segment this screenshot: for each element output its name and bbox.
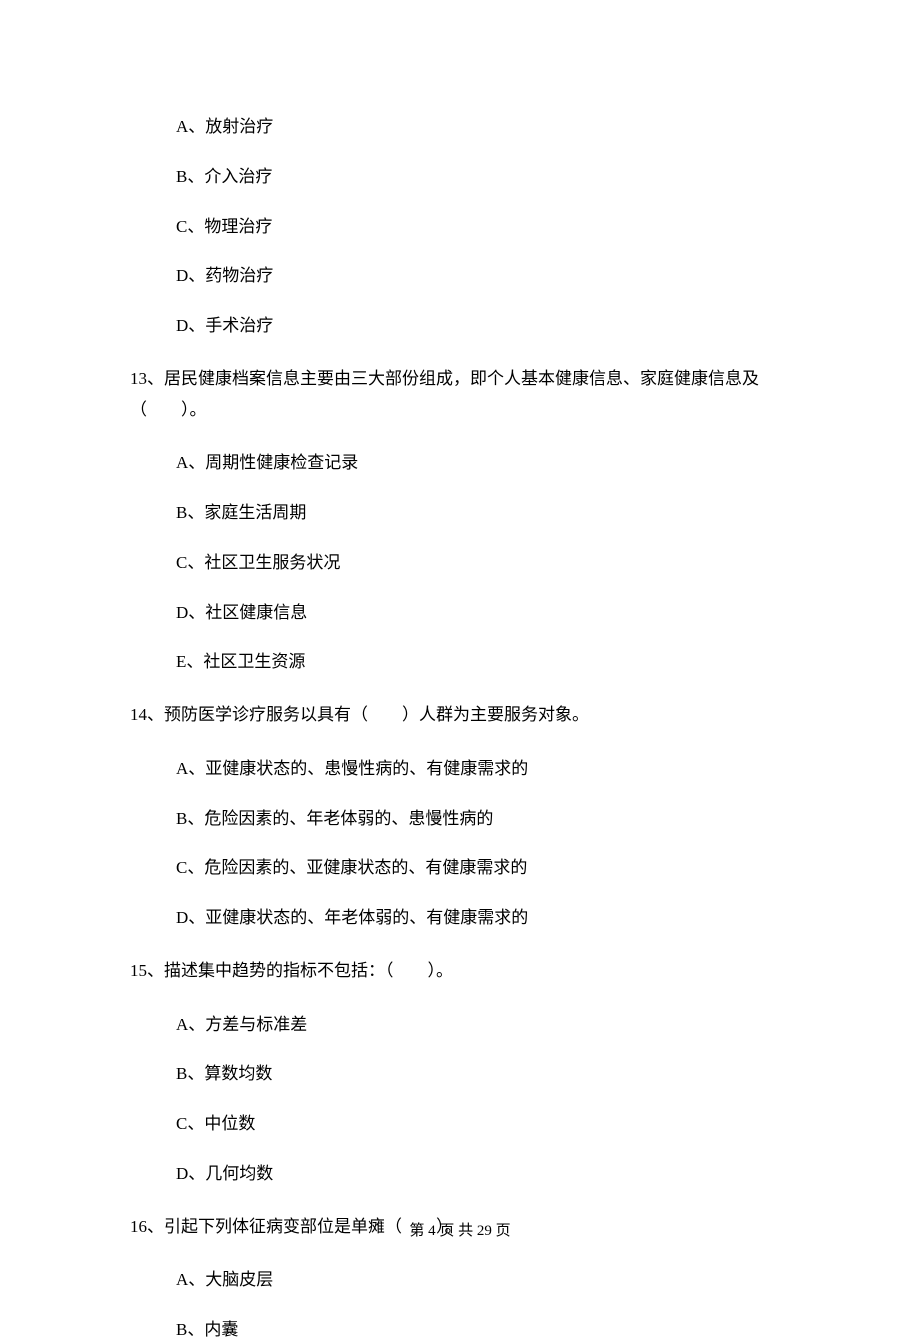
q13-option-d: D、社区健康信息 bbox=[130, 601, 800, 625]
page-footer: 第 4 页 共 29 页 bbox=[0, 1219, 920, 1240]
q15-option-c: C、中位数 bbox=[130, 1112, 800, 1136]
q13-option-a: A、周期性健康检查记录 bbox=[130, 451, 800, 475]
q14-option-d: D、亚健康状态的、年老体弱的、有健康需求的 bbox=[130, 906, 800, 930]
q15-option-d: D、几何均数 bbox=[130, 1162, 800, 1186]
q12-option-c: C、物理治疗 bbox=[130, 215, 800, 239]
q15-text: 15、描述集中趋势的指标不包括：（ ）。 bbox=[130, 956, 800, 987]
q16-option-b: B、内囊 bbox=[130, 1318, 800, 1342]
q14-text: 14、预防医学诊疗服务以具有（ ）人群为主要服务对象。 bbox=[130, 700, 800, 731]
q15-option-a: A、方差与标准差 bbox=[130, 1013, 800, 1037]
q12-option-b: B、介入治疗 bbox=[130, 165, 800, 189]
q14-option-b: B、危险因素的、年老体弱的、患慢性病的 bbox=[130, 807, 800, 831]
q12-option-d2: D、手术治疗 bbox=[130, 314, 800, 338]
document-content: A、放射治疗 B、介入治疗 C、物理治疗 D、药物治疗 D、手术治疗 13、居民… bbox=[0, 0, 920, 1342]
q13-text: 13、居民健康档案信息主要由三大部份组成，即个人基本健康信息、家庭健康信息及（ … bbox=[130, 364, 800, 425]
q13-option-c: C、社区卫生服务状况 bbox=[130, 551, 800, 575]
q15-option-b: B、算数均数 bbox=[130, 1062, 800, 1086]
q12-option-a: A、放射治疗 bbox=[130, 115, 800, 139]
q13-option-e: E、社区卫生资源 bbox=[130, 650, 800, 674]
q14-option-c: C、危险因素的、亚健康状态的、有健康需求的 bbox=[130, 856, 800, 880]
q12-option-d1: D、药物治疗 bbox=[130, 264, 800, 288]
q13-option-b: B、家庭生活周期 bbox=[130, 501, 800, 525]
q16-option-a: A、大脑皮层 bbox=[130, 1268, 800, 1292]
q14-option-a: A、亚健康状态的、患慢性病的、有健康需求的 bbox=[130, 757, 800, 781]
